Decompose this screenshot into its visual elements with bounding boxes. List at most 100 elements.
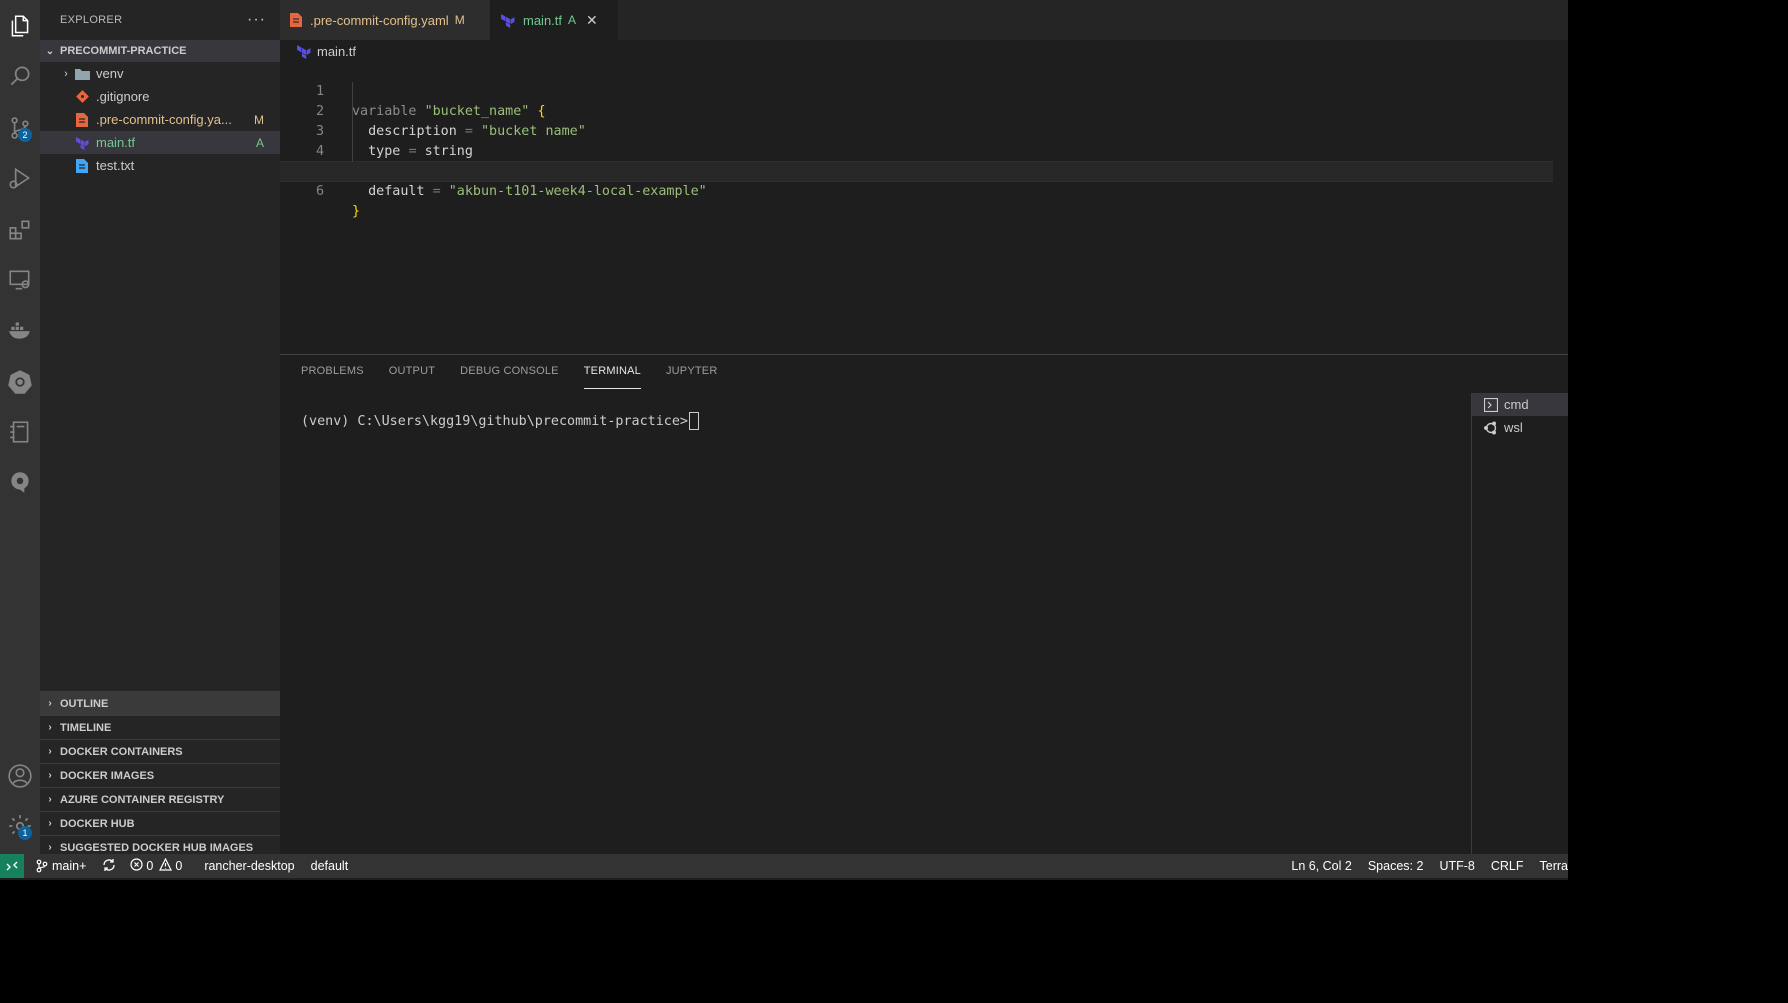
section-label: DOCKER HUB: [60, 817, 135, 830]
encoding[interactable]: UTF-8: [1439, 859, 1474, 873]
terraform-icon: [296, 44, 311, 59]
source-control-icon[interactable]: 2: [0, 108, 40, 148]
indent-guide: [352, 82, 353, 162]
tab-output[interactable]: OUTPUT: [389, 365, 435, 389]
problems-status[interactable]: 0 0: [130, 857, 183, 874]
notebook-icon[interactable]: [0, 412, 40, 452]
section-azure-container-registry[interactable]: › AZURE CONTAINER REGISTRY: [40, 787, 280, 811]
source-control-badge: 2: [18, 128, 32, 142]
terminal-list: cmd wsl: [1471, 393, 1568, 855]
indentation[interactable]: Spaces: 2: [1368, 859, 1424, 873]
text-file-icon: [74, 158, 90, 174]
section-label: TIMELINE: [60, 721, 112, 734]
tree-item-venv[interactable]: › venv: [40, 62, 280, 85]
docker-icon[interactable]: [0, 310, 40, 350]
section-label: AZURE CONTAINER REGISTRY: [60, 793, 225, 806]
branch-name: main+: [52, 859, 87, 873]
tab-pre-commit-config[interactable]: .pre-commit-config.yaml M: [280, 0, 490, 40]
modified-badge: M: [254, 112, 264, 127]
tree-item-pre-commit-config[interactable]: .pre-commit-config.ya... M: [40, 108, 280, 131]
tab-main-tf[interactable]: main.tf A ✕: [490, 0, 618, 40]
chevron-right-icon: ›: [48, 746, 52, 757]
branch-status[interactable]: main+: [36, 859, 86, 873]
section-label: DOCKER IMAGES: [60, 769, 155, 782]
cursor-position[interactable]: Ln 6, Col 2: [1291, 859, 1351, 873]
tab-terminal[interactable]: TERMINAL: [583, 365, 641, 389]
section-docker-images[interactable]: › DOCKER IMAGES: [40, 763, 280, 787]
kubernetes-icon[interactable]: [0, 362, 40, 402]
line-ending[interactable]: CRLF: [1491, 859, 1524, 873]
project-folder-header[interactable]: ⌄ PRECOMMIT-PRACTICE: [40, 40, 280, 62]
tab-label: .pre-commit-config.yaml: [310, 12, 449, 28]
settings-badge: 1: [18, 826, 32, 840]
kube-context[interactable]: rancher-desktop: [204, 859, 294, 873]
remote-indicator[interactable]: [0, 854, 24, 878]
remote-explorer-icon[interactable]: [0, 260, 40, 300]
sync-button[interactable]: [102, 858, 116, 875]
sidebar-bottom-sections: › OUTLINE › TIMELINE › DOCKER CONTAINERS › D…: [40, 691, 280, 859]
warning-icon: [159, 857, 173, 874]
search-icon[interactable]: [0, 56, 40, 96]
file-label: .pre-commit-config.ya...: [96, 112, 232, 127]
file-label: test.txt: [96, 158, 135, 173]
operator: =: [432, 184, 441, 199]
tab-debug-console[interactable]: DEBUG CONSOLE: [460, 365, 559, 389]
chevron-right-icon: ›: [48, 722, 52, 733]
added-badge: A: [255, 135, 264, 150]
chevron-right-icon: ›: [48, 770, 52, 781]
manage-gear-icon[interactable]: 1: [0, 806, 40, 846]
terminal-label: wsl: [1504, 420, 1523, 435]
section-label: OUTLINE: [60, 697, 109, 710]
chevron-right-icon: ›: [64, 67, 68, 80]
line-number: 6: [315, 184, 324, 199]
section-label: DOCKER CONTAINERS: [60, 745, 183, 758]
warning-count: 0: [175, 859, 183, 873]
chevron-right-icon: ›: [48, 842, 52, 853]
explorer-header: EXPLORER ···: [40, 0, 280, 40]
tab-jupyter[interactable]: JUPYTER: [666, 365, 718, 389]
section-docker-hub[interactable]: › DOCKER HUB: [40, 811, 280, 835]
tree-item-main-tf[interactable]: main.tf A: [40, 131, 280, 154]
chevron-right-icon: ›: [48, 698, 52, 709]
chevron-right-icon: ›: [48, 794, 52, 805]
code-line-current: 6 }: [280, 161, 1553, 219]
status-bar: main+ 0 0 rancher-desktop default Ln 6, …: [0, 854, 1568, 878]
code-line: 1 variable "bucket_name" {: [280, 62, 1553, 119]
explorer-icon[interactable]: [0, 6, 40, 46]
accounts-icon[interactable]: [0, 756, 40, 796]
panel-tabs: PROBLEMS OUTPUT DEBUG CONSOLE TERMINAL J…: [301, 365, 742, 389]
git-branch-icon: [36, 859, 48, 873]
terminal-output[interactable]: (venv) C:\Users\kgg19\github\precommit-p…: [301, 412, 699, 430]
error-count: 0: [146, 859, 154, 873]
code-line: 4 sensitive = true: [280, 122, 1553, 179]
tree-item-test-txt[interactable]: test.txt: [40, 154, 280, 177]
kube-namespace[interactable]: default: [311, 859, 349, 873]
file-label: .gitignore: [96, 89, 150, 104]
error-icon: [130, 858, 144, 874]
explorer-sidebar: EXPLORER ··· ⌄ PRECOMMIT-PRACTICE › venv…: [40, 0, 280, 859]
section-outline[interactable]: › OUTLINE: [40, 691, 280, 715]
run-debug-icon[interactable]: [0, 158, 40, 198]
activity-bar: 2 1: [0, 0, 40, 854]
more-actions-icon[interactable]: ···: [247, 11, 266, 29]
terminal-prompt: (venv) C:\Users\kgg19\github\precommit-p…: [301, 414, 688, 429]
code-line: 3 type = string: [280, 102, 1553, 159]
tab-added-badge: A: [568, 13, 577, 27]
tab-label: main.tf: [523, 12, 563, 28]
code-editor[interactable]: 1 variable "bucket_name" { 2 description…: [280, 62, 1568, 354]
vscode-window: 2 1 EXPLORER ··· ⌄ PRECOMMIT-PRACTICE › …: [0, 0, 1568, 880]
section-docker-containers[interactable]: › DOCKER CONTAINERS: [40, 739, 280, 763]
sync-icon: [102, 858, 116, 875]
close-icon[interactable]: ✕: [586, 12, 598, 29]
postman-icon[interactable]: [0, 462, 40, 502]
terminal-item-wsl[interactable]: wsl: [1472, 416, 1568, 439]
language-mode[interactable]: Terra: [1540, 859, 1568, 873]
tab-problems[interactable]: PROBLEMS: [301, 365, 364, 389]
tree-item-gitignore[interactable]: .gitignore: [40, 85, 280, 108]
git-file-icon: [74, 89, 90, 105]
terminal-item-cmd[interactable]: cmd: [1472, 393, 1568, 416]
extensions-icon[interactable]: [0, 210, 40, 250]
section-timeline[interactable]: › TIMELINE: [40, 715, 280, 739]
breadcrumb[interactable]: main.tf: [296, 40, 356, 62]
terminal-icon: [1483, 397, 1499, 412]
